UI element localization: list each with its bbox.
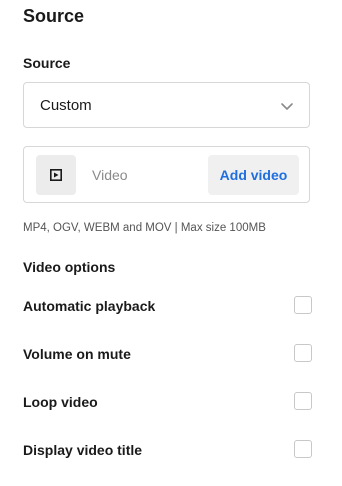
- option-label: Volume on mute: [23, 346, 131, 362]
- video-thumbnail: [36, 155, 76, 195]
- option-display-video-title: Display video title: [23, 438, 312, 462]
- video-frame-icon: [50, 169, 62, 181]
- video-helper-text: MP4, OGV, WEBM and MOV | Max size 100MB: [23, 222, 266, 234]
- option-automatic-playback: Automatic playback: [23, 294, 312, 318]
- video-options-title: Video options: [23, 259, 116, 275]
- add-video-button[interactable]: Add video: [208, 155, 299, 195]
- source-field-label: Source: [23, 55, 71, 71]
- option-label: Display video title: [23, 442, 143, 458]
- automatic-playback-checkbox[interactable]: [294, 296, 312, 314]
- option-label: Loop video: [23, 394, 98, 410]
- video-upload-field: Video Add video: [23, 146, 310, 203]
- option-loop-video: Loop video: [23, 390, 312, 414]
- source-select[interactable]: Custom: [23, 82, 310, 128]
- loop-video-checkbox[interactable]: [294, 392, 312, 410]
- display-video-title-checkbox[interactable]: [294, 440, 312, 458]
- video-source-panel: Source Source Custom Video Add video MP4…: [0, 0, 342, 486]
- volume-on-mute-checkbox[interactable]: [294, 344, 312, 362]
- source-select-value: Custom: [40, 97, 92, 114]
- option-label: Automatic playback: [23, 298, 156, 314]
- chevron-down-icon: [281, 103, 293, 110]
- video-placeholder: Video: [92, 167, 128, 183]
- option-volume-on-mute: Volume on mute: [23, 342, 312, 366]
- section-title: Source: [23, 6, 85, 26]
